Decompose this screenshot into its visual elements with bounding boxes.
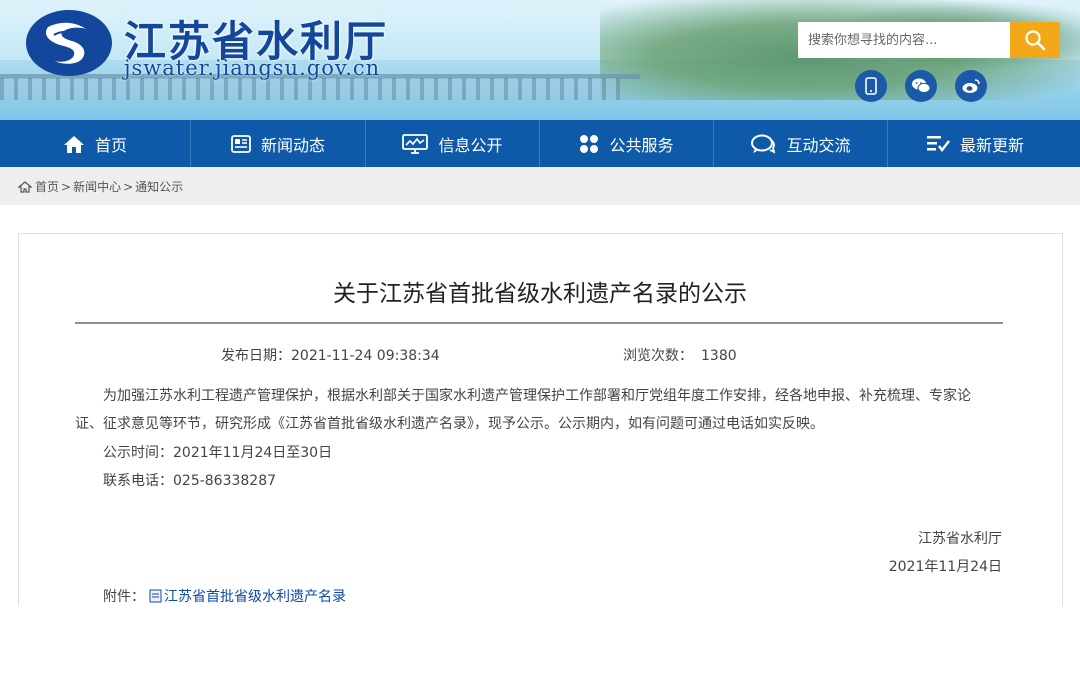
signature-date: 2021年11月24日 bbox=[888, 559, 1002, 575]
logo-wave-icon bbox=[45, 22, 86, 64]
breadcrumb-bar: 首页 > 新闻中心 > 通知公示 bbox=[0, 167, 1080, 205]
nav-item-label: 新闻动态 bbox=[260, 135, 325, 155]
main-nav: 首页 新闻动态 信息公开 公共服务 互动交流 最新更新 bbox=[0, 120, 1080, 167]
breadcrumb: 首页 > 新闻中心 > 通知公示 bbox=[18, 178, 183, 195]
nav-item-label: 首页 bbox=[94, 135, 127, 155]
article-paragraph-line2: 证、征求意见等环节，研究形成《江苏省首批省级水利遗产名录》，现予公示。公示期内，… bbox=[75, 416, 824, 432]
title-divider bbox=[75, 322, 1003, 324]
weibo-icon bbox=[962, 79, 980, 93]
attachment: 附件： 江苏省首批省级水利遗产名录 bbox=[103, 586, 346, 606]
list-check-icon bbox=[926, 135, 950, 152]
attachment-link[interactable]: 江苏省首批省级水利遗产名录 bbox=[164, 586, 346, 606]
breadcrumb-separator: > bbox=[123, 179, 134, 194]
nav-item-service[interactable]: 公共服务 bbox=[539, 120, 713, 167]
wechat-link[interactable] bbox=[905, 70, 937, 102]
publish-date-value: 2021-11-24 09:38:34 bbox=[291, 348, 440, 364]
home-icon bbox=[18, 180, 32, 193]
nav-item-interaction[interactable]: 互动交流 bbox=[713, 120, 887, 167]
nav-item-home[interactable]: 首页 bbox=[0, 120, 190, 167]
breadcrumb-separator: > bbox=[61, 179, 72, 194]
view-count-label: 浏览次数： bbox=[623, 348, 693, 364]
search-button[interactable] bbox=[1010, 22, 1060, 58]
view-count-value: 1380 bbox=[701, 348, 737, 364]
article-paragraph-line1: 为加强江苏水利工程遗产管理保护，根据水利部关于国家水利遗产管理保护工作部署和厅党… bbox=[103, 388, 971, 404]
notice-time: 公示时间：2021年11月24日至30日 bbox=[103, 445, 333, 461]
breadcrumb-home[interactable]: 首页 bbox=[35, 178, 59, 195]
breadcrumb-news-center[interactable]: 新闻中心 bbox=[73, 178, 121, 195]
monitor-icon bbox=[402, 133, 429, 154]
search-icon bbox=[1025, 30, 1046, 51]
nav-item-label: 最新更新 bbox=[959, 135, 1024, 155]
site-logo[interactable] bbox=[26, 10, 112, 76]
chat-icon bbox=[751, 134, 776, 154]
attachment-label: 附件： bbox=[103, 589, 145, 605]
publish-date-label: 发布日期： bbox=[221, 348, 291, 364]
nav-item-latest[interactable]: 最新更新 bbox=[887, 120, 1062, 167]
contact-phone: 联系电话：025-86338287 bbox=[103, 473, 277, 489]
home-icon bbox=[63, 135, 84, 153]
file-icon bbox=[149, 589, 162, 603]
grid-icon bbox=[580, 134, 599, 153]
site-domain: jswater.jiangsu.gov.cn bbox=[124, 56, 381, 80]
site-header: 江苏省水利厅 jswater.jiangsu.gov.cn bbox=[0, 0, 1080, 120]
breadcrumb-notices[interactable]: 通知公示 bbox=[135, 178, 183, 195]
nav-item-info[interactable]: 信息公开 bbox=[365, 120, 539, 167]
nav-item-label: 公共服务 bbox=[609, 135, 674, 155]
search-input[interactable] bbox=[798, 22, 1010, 58]
weibo-link[interactable] bbox=[955, 70, 987, 102]
header-banner-bridge bbox=[0, 78, 620, 100]
news-icon bbox=[231, 134, 251, 153]
mobile-link[interactable] bbox=[855, 70, 887, 102]
view-count: 浏览次数： 1380 bbox=[623, 345, 737, 365]
nav-item-news[interactable]: 新闻动态 bbox=[190, 120, 365, 167]
publish-date: 发布日期：2021-11-24 09:38:34 bbox=[221, 345, 440, 365]
article-title: 关于江苏省首批省级水利遗产名录的公示 bbox=[333, 281, 747, 307]
search-box bbox=[798, 22, 1060, 58]
wechat-icon bbox=[912, 78, 931, 94]
mobile-icon bbox=[865, 77, 877, 95]
nav-item-label: 互动交流 bbox=[786, 135, 851, 155]
signature-org: 江苏省水利厅 bbox=[918, 531, 1002, 547]
nav-item-label: 信息公开 bbox=[438, 135, 503, 155]
